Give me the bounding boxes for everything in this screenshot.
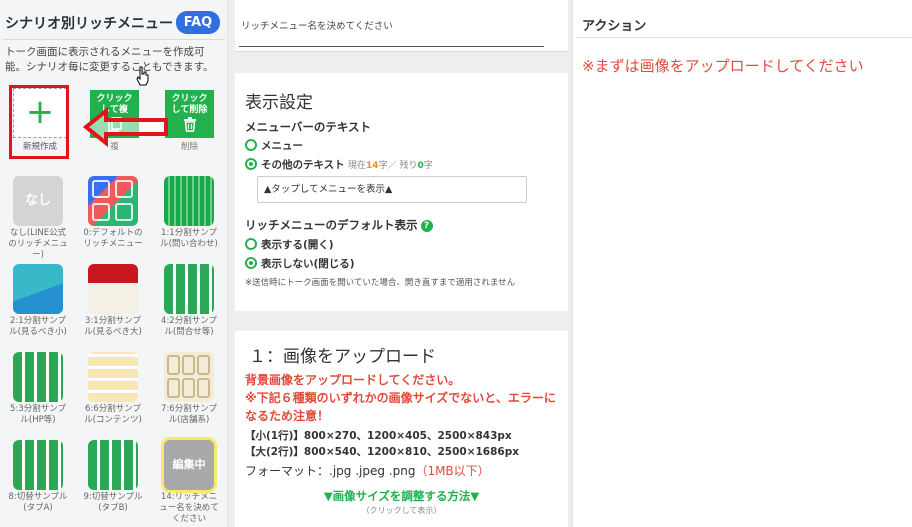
template-caption: 6:6分割サンプル(コンテンツ) bbox=[84, 404, 142, 425]
format-info: フォーマット：.jpg .jpeg .png（1MB以下） bbox=[245, 462, 490, 479]
template-caption: 7:6分割サンプル(店舗系) bbox=[161, 404, 217, 425]
display-settings-heading: 表示設定 bbox=[245, 93, 313, 113]
size-small: 【小(1行)】800×270、1200×405、2500×843px bbox=[245, 430, 512, 442]
template-thumbnail bbox=[13, 264, 63, 314]
template-item[interactable]: 5:3分割サンプル(HP等) bbox=[7, 352, 69, 426]
template-thumbnail bbox=[13, 352, 63, 402]
editing-badge: 編集中 bbox=[164, 440, 214, 490]
counter-end-label: 字 bbox=[423, 161, 433, 171]
char-counter: 現在14字／ 残り0字 bbox=[348, 161, 433, 171]
template-item[interactable]: 6:6分割サンプル(コンテンツ) bbox=[82, 352, 144, 426]
template-thumbnail bbox=[13, 440, 63, 490]
format-label: フォーマット：.jpg .jpeg .png bbox=[245, 464, 416, 478]
template-caption: 2:1分割サンプル(見るべき小) bbox=[9, 316, 67, 337]
display-settings-card: 表示設定 メニューバーのテキスト メニュー その他のテキスト 現在14字／ 残り… bbox=[235, 73, 568, 311]
template-thumbnail bbox=[164, 264, 214, 314]
delete-button-line1: クリック bbox=[171, 94, 208, 104]
delete-button[interactable]: クリック して削除 bbox=[165, 90, 214, 138]
action-title: アクション bbox=[582, 19, 647, 34]
template-item[interactable]: 8:切替サンプル(タブA) bbox=[7, 440, 69, 514]
template-item[interactable]: 0:デフォルトのリッチメニュー bbox=[82, 176, 144, 250]
default-display-label: リッチメニューのデフォルト表示 bbox=[245, 218, 418, 232]
template-caption: 14:リッチメニュー名を決めてください bbox=[159, 492, 219, 524]
template-item[interactable]: 2:1分割サンプル(見るべき小) bbox=[7, 264, 69, 338]
template-caption: 9:切替サンプル(タブB) bbox=[83, 492, 143, 513]
counter-now-value: 14 bbox=[366, 161, 379, 171]
divider bbox=[577, 37, 912, 38]
help-icon[interactable]: ? bbox=[420, 220, 433, 232]
editor-panel: 表示設定 メニューバーのテキスト メニュー その他のテキスト 現在14字／ 残り… bbox=[230, 0, 571, 527]
radio-menu-label: メニュー bbox=[261, 140, 303, 152]
template-thumbnail bbox=[88, 440, 138, 490]
upload-warning: 背景画像をアップロードしてください。 ※下記６種類のいずれかの画像サイズでないと… bbox=[245, 371, 565, 425]
radio-hide-label: 表示しない(閉じる) bbox=[261, 258, 355, 270]
radio-icon bbox=[245, 139, 257, 151]
divider bbox=[3, 39, 225, 40]
name-card bbox=[235, 0, 568, 52]
rich-menu-sidebar: シナリオ別リッチメニュー FAQ トーク画面に表示されるメニューを作成可能。シナ… bbox=[0, 0, 228, 527]
size-large: 【大(2行)】800×540、1200×810、2500×1686px bbox=[245, 446, 520, 458]
template-caption: なし(LINE公式のリッチメニュー) bbox=[8, 228, 68, 260]
template-item[interactable]: なし なし(LINE公式のリッチメニュー) bbox=[7, 176, 69, 261]
template-caption: 1:1分割サンプル(問い合わせ) bbox=[160, 228, 218, 249]
menubar-text-heading: メニューバーのテキスト bbox=[245, 120, 372, 134]
upload-warning-line1: 背景画像をアップロードしてください。 bbox=[245, 373, 461, 387]
format-limit: （1MB以下） bbox=[415, 464, 490, 478]
template-thumbnail bbox=[164, 176, 214, 226]
template-item[interactable]: 4:2分割サンプル(問合せ等) bbox=[158, 264, 220, 338]
template-thumbnail bbox=[164, 352, 214, 402]
template-thumbnail bbox=[88, 352, 138, 402]
template-caption: 5:3分割サンプル(HP等) bbox=[10, 404, 66, 425]
template-caption: 4:2分割サンプル(問合せ等) bbox=[161, 316, 217, 337]
radio-other-text[interactable]: その他のテキスト 現在14字／ 残り0字 bbox=[245, 157, 433, 172]
template-thumbnail: なし bbox=[13, 176, 63, 226]
sidebar-description: トーク画面に表示されるメニューを作成可能。シナリオ毎に変更することもできます。 bbox=[5, 46, 214, 73]
adjust-size-hint: （クリックして表示） bbox=[361, 506, 442, 515]
upload-heading: １：画像をアップロード bbox=[249, 347, 436, 367]
action-message: ※まずは画像をアップロードしてください bbox=[582, 57, 864, 75]
counter-now-label: 現在 bbox=[348, 161, 367, 171]
default-display-heading: リッチメニューのデフォルト表示? bbox=[245, 217, 433, 233]
faq-button[interactable]: FAQ bbox=[176, 11, 220, 34]
radio-selected-icon bbox=[245, 158, 257, 170]
upload-warning-line2: ※下記６種類のいずれかの画像サイズでないと、エラーになるため注意！ bbox=[245, 391, 556, 423]
template-item[interactable]: 7:6分割サンプル(店舗系) bbox=[158, 352, 220, 426]
arrow-left-icon bbox=[82, 107, 168, 147]
template-item[interactable]: 9:切替サンプル(タブB) bbox=[82, 440, 144, 514]
template-item[interactable]: 1:1分割サンプル(問い合わせ) bbox=[158, 176, 220, 250]
template-item[interactable]: 3:1分割サンプル(見るべき大) bbox=[82, 264, 144, 338]
template-caption: 3:1分割サンプル(見るべき大) bbox=[84, 316, 142, 337]
highlight-box bbox=[9, 85, 69, 159]
counter-mid-label: 字／ 残り bbox=[378, 161, 418, 171]
template-caption: 8:切替サンプル(タブA) bbox=[8, 492, 68, 513]
radio-selected-icon bbox=[245, 257, 257, 269]
template-thumbnail bbox=[88, 176, 138, 226]
trash-icon bbox=[165, 117, 214, 136]
template-item-selected[interactable]: 編集中 14:リッチメニュー名を決めてください bbox=[158, 440, 220, 525]
template-thumbnail bbox=[88, 264, 138, 314]
radio-icon bbox=[245, 238, 257, 250]
template-caption: 0:デフォルトのリッチメニュー bbox=[83, 228, 143, 249]
radio-show[interactable]: 表示する(開く) bbox=[245, 237, 334, 252]
delete-button-line2: して削除 bbox=[171, 105, 208, 115]
radio-hide[interactable]: 表示しない(閉じる) bbox=[245, 256, 355, 271]
menu-text-field[interactable]: ▲タップしてメニューを表示▲ bbox=[257, 176, 527, 203]
radio-other-label: その他のテキスト bbox=[261, 159, 345, 171]
radio-show-label: 表示する(開く) bbox=[261, 239, 334, 251]
hand-cursor-icon bbox=[136, 66, 149, 86]
action-panel: アクション ※まずは画像をアップロードしてください bbox=[572, 0, 912, 527]
sidebar-title: シナリオ別リッチメニュー bbox=[5, 16, 173, 32]
radio-menu[interactable]: メニュー bbox=[245, 138, 303, 153]
adjust-size-link[interactable]: ▼画像サイズを調整する方法▼ bbox=[235, 488, 568, 504]
copy-button-line1: クリック bbox=[96, 94, 133, 104]
display-note: ※送信時にトーク画面を開いていた場合、開き直すまで適用されません bbox=[245, 278, 516, 288]
rich-menu-name-input[interactable] bbox=[241, 16, 541, 34]
upload-card: １：画像をアップロード 背景画像をアップロードしてください。 ※下記６種類のいず… bbox=[235, 331, 568, 527]
input-underline bbox=[239, 46, 544, 47]
delete-caption: 削除 bbox=[180, 142, 198, 152]
